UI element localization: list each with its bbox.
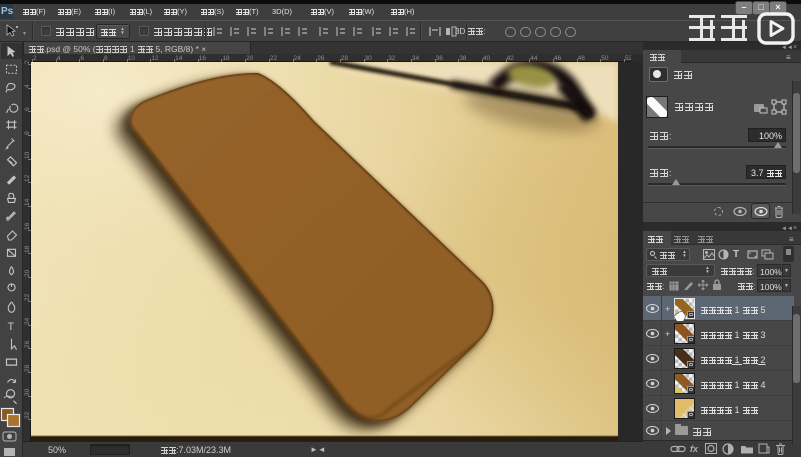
svg-text:T: T xyxy=(8,321,15,333)
